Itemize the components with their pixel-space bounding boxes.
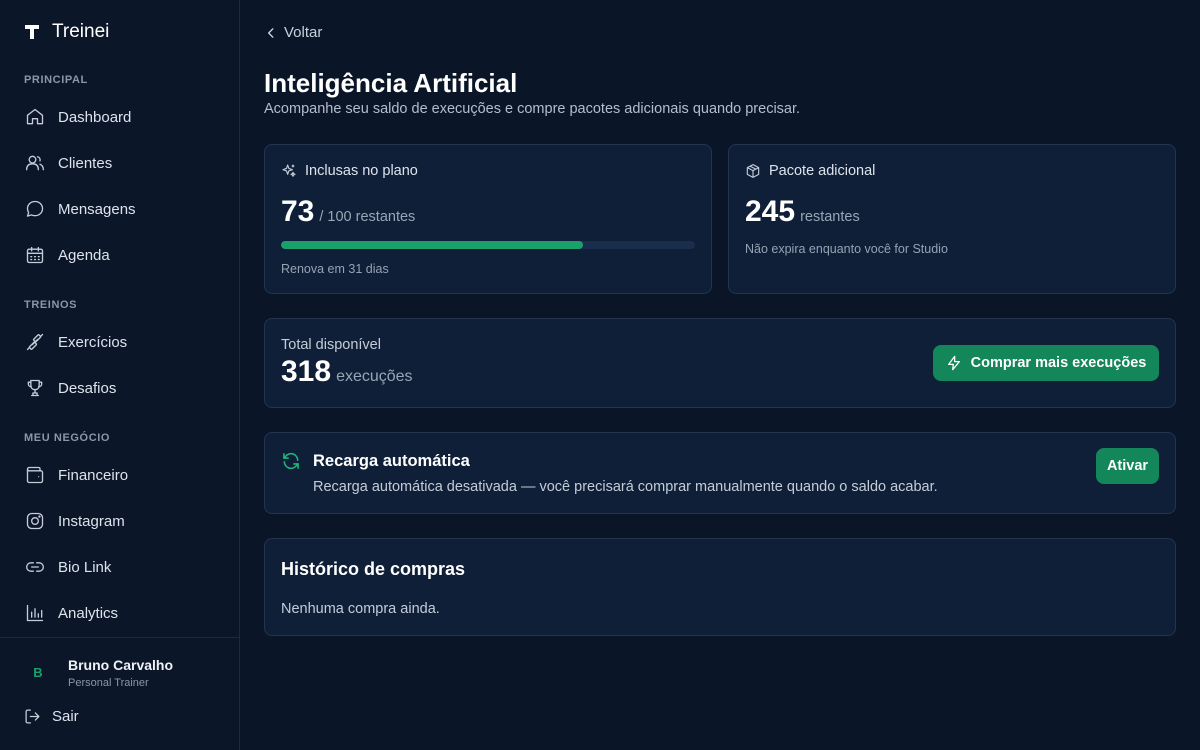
package-card: Pacote adicional 245 restantes Não expir… xyxy=(728,144,1176,294)
sidebar-item-label: Instagram xyxy=(58,512,125,530)
sidebar-item-label: Clientes xyxy=(58,154,113,172)
recharge-card: Recarga automática Recarga automática de… xyxy=(264,432,1176,514)
chevron-left-icon xyxy=(267,27,274,38)
sidebar-item-label: Exercícios xyxy=(58,333,128,351)
wallet-icon xyxy=(24,464,46,486)
instagram-icon xyxy=(24,510,46,532)
plan-remaining-row: 73 / 100 restantes xyxy=(281,195,415,229)
total-label: Total disponível xyxy=(281,337,381,353)
total-unit: execuções xyxy=(336,368,413,385)
refresh-icon xyxy=(283,452,299,470)
sidebar-item-mensagens[interactable]: Mensagens xyxy=(24,194,224,224)
sidebar-item-label: Dashboard xyxy=(58,108,132,126)
page-title: Inteligência Artificial xyxy=(264,68,518,98)
logout-label: Sair xyxy=(52,708,79,725)
sidebar-item-label: Bio Link xyxy=(58,558,112,576)
sidebar-item-agenda[interactable]: Agenda xyxy=(24,240,224,270)
bar-chart-icon xyxy=(24,602,46,624)
sidebar-item-label: Analytics xyxy=(58,604,119,622)
sparkles-icon xyxy=(282,164,296,177)
package-remaining-suffix: restantes xyxy=(800,209,860,225)
brand[interactable]: Treinei xyxy=(24,20,109,44)
package-icon xyxy=(746,164,760,178)
plan-card: Inclusas no plano 73 / 100 restantes Ren… xyxy=(264,144,712,294)
user-role: Personal Trainer xyxy=(68,677,149,689)
package-card-title: Pacote adicional xyxy=(769,163,876,179)
history-empty-text: Nenhuma compra ainda. xyxy=(281,601,440,617)
plan-remaining-value: 73 xyxy=(281,195,315,228)
logout-icon xyxy=(25,709,40,724)
buy-more-button[interactable]: Comprar mais execuções xyxy=(933,345,1159,381)
plan-progress-bar xyxy=(281,241,695,249)
sidebar-divider xyxy=(0,637,239,638)
section-title-meu-negocio: MEU NEGÓCIO xyxy=(24,432,111,444)
calendar-icon xyxy=(24,244,46,266)
sidebar-item-dashboard[interactable]: Dashboard xyxy=(24,102,224,132)
sidebar-item-instagram[interactable]: Instagram xyxy=(24,506,224,536)
home-icon xyxy=(24,106,46,128)
activate-button[interactable]: Ativar xyxy=(1096,448,1159,484)
page-subtitle: Acompanhe seu saldo de execuções e compr… xyxy=(264,101,801,117)
total-card: Total disponível 318 execuções Comprar m… xyxy=(264,318,1176,408)
sidebar-item-financeiro[interactable]: Financeiro xyxy=(24,460,224,490)
plan-renew-text: Renova em 31 dias xyxy=(281,262,389,276)
plan-card-header: Inclusas no plano xyxy=(281,163,418,179)
lightning-icon xyxy=(947,355,960,371)
total-value: 318 xyxy=(281,355,332,388)
section-title-treinos: TREINOS xyxy=(24,299,78,311)
sidebar-item-label: Mensagens xyxy=(58,200,136,218)
sidebar-item-label: Desafios xyxy=(58,379,117,397)
recharge-description: Recarga automática desativada — você pre… xyxy=(313,479,938,495)
package-remaining-row: 245 restantes xyxy=(745,195,860,229)
sidebar-item-analytics[interactable]: Analytics xyxy=(24,598,224,628)
sidebar-item-bio-link[interactable]: Bio Link xyxy=(24,552,224,582)
sidebar-item-clientes[interactable]: Clientes xyxy=(24,148,224,178)
trophy-icon xyxy=(24,377,46,399)
sidebar-item-exercicios[interactable]: Exercícios xyxy=(24,327,224,357)
total-value-row: 318 execuções xyxy=(281,355,413,389)
sidebar: Treinei PRINCIPAL Dashboard Clientes Men… xyxy=(0,0,240,750)
plan-remaining-suffix: / 100 restantes xyxy=(319,209,416,225)
package-card-header: Pacote adicional xyxy=(745,163,875,179)
link-icon xyxy=(24,556,46,578)
plan-progress-fill xyxy=(281,241,584,249)
back-link[interactable]: Voltar xyxy=(264,24,322,41)
sidebar-item-desafios[interactable]: Desafios xyxy=(24,373,224,403)
user-name: Bruno Carvalho xyxy=(68,657,174,673)
history-card: Histórico de compras Nenhuma compra aind… xyxy=(264,538,1176,636)
back-label: Voltar xyxy=(284,24,323,41)
buy-more-label: Comprar mais execuções xyxy=(970,355,1147,371)
sidebar-item-label: Agenda xyxy=(58,246,110,264)
users-icon xyxy=(24,152,46,174)
avatar[interactable]: B xyxy=(24,658,52,686)
package-remaining-value: 245 xyxy=(745,195,796,228)
section-title-principal: PRINCIPAL xyxy=(24,74,88,86)
recharge-title: Recarga automática xyxy=(313,452,470,470)
history-title: Histórico de compras xyxy=(281,559,466,579)
logout-button[interactable]: Sair xyxy=(24,708,79,725)
brand-name: Treinei xyxy=(52,21,110,42)
message-icon xyxy=(24,198,46,220)
plan-card-title: Inclusas no plano xyxy=(305,163,418,179)
logo-icon xyxy=(25,25,39,39)
package-note: Não expira enquanto você for Studio xyxy=(745,242,948,256)
dumbbell-icon xyxy=(24,331,46,353)
sidebar-item-label: Financeiro xyxy=(58,466,129,484)
